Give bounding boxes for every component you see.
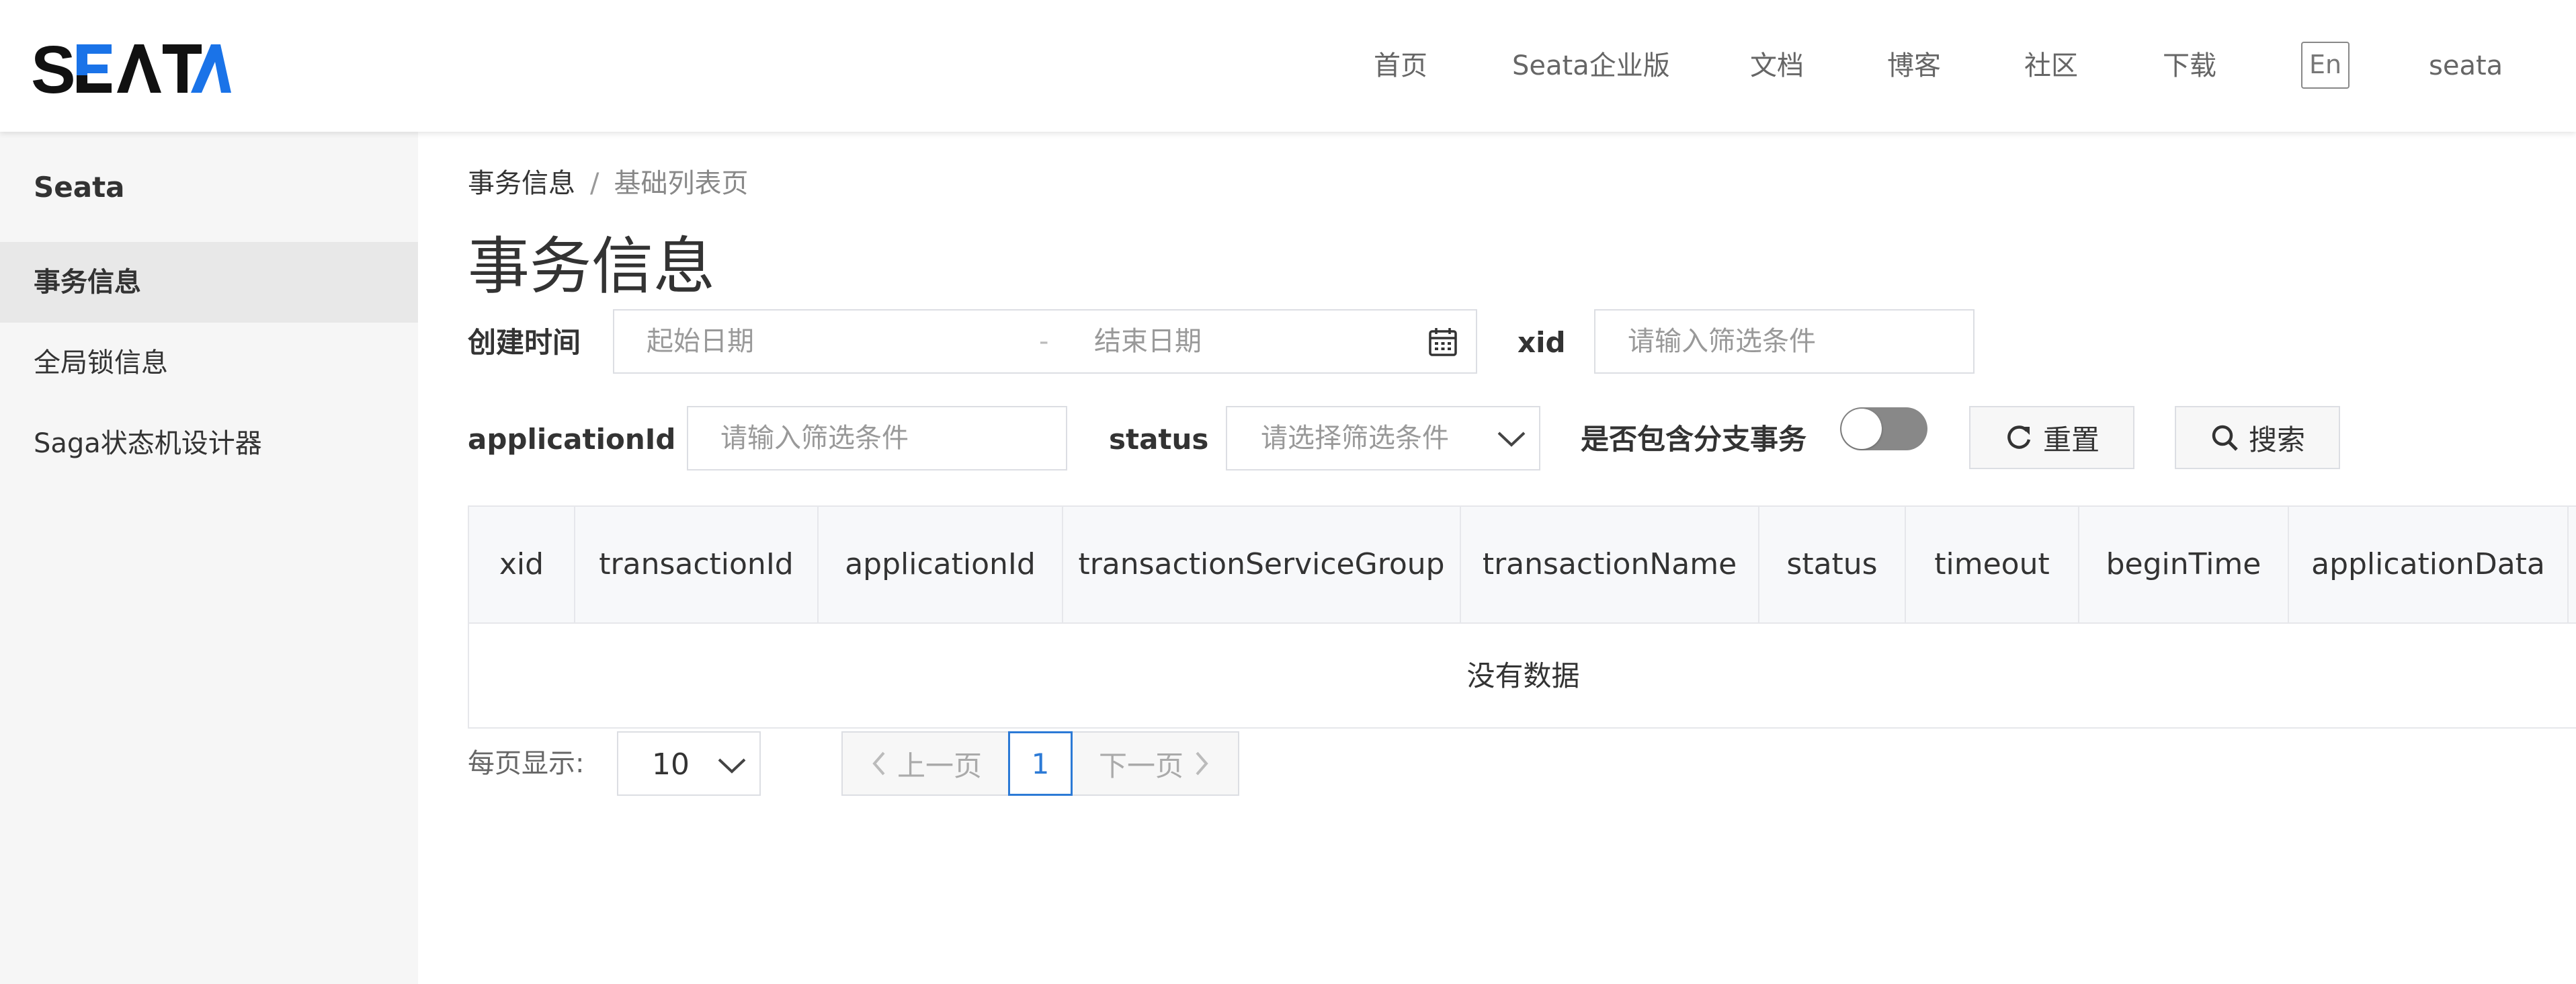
sidebar-item-transactions[interactable]: 事务信息 xyxy=(0,242,418,323)
application-id-placeholder: 请输入筛选条件 xyxy=(720,423,909,454)
column-header-transaction-service-group: transactionServiceGroup xyxy=(1063,507,1461,622)
top-header: S 首页 Seata企业版 文档 博客 社区 下载 En seata xyxy=(0,0,2576,132)
status-label: status xyxy=(1109,423,1209,456)
user-name[interactable]: seata xyxy=(2429,48,2503,83)
table-header: xid transactionId applicationId transact… xyxy=(469,507,2576,624)
next-page-button[interactable]: 下一页 xyxy=(1073,731,1239,796)
breadcrumb-separator: / xyxy=(590,168,599,199)
nav-community[interactable]: 社区 xyxy=(2024,48,2078,83)
xid-input-placeholder: 请输入筛选条件 xyxy=(1628,326,1816,357)
column-header-timeout: timeout xyxy=(1906,507,2079,622)
refresh-icon xyxy=(2007,425,2031,449)
search-button-label: 搜索 xyxy=(2248,423,2305,456)
nav-home[interactable]: 首页 xyxy=(1374,48,1427,83)
breadcrumb: 事务信息 / 基础列表页 xyxy=(468,161,748,200)
created-time-label: 创建时间 xyxy=(468,326,581,359)
reset-button-label: 重置 xyxy=(2042,423,2100,456)
application-id-label: applicationId xyxy=(468,423,676,456)
sidebar: Seata 事务信息 全局锁信息 Saga状态机设计器 xyxy=(0,132,418,984)
sidebar-title: Seata xyxy=(34,171,125,204)
prev-page-button[interactable]: 上一页 xyxy=(841,731,1008,796)
pagination: 上一页 1 下一页 xyxy=(841,731,1239,796)
search-button[interactable]: 搜索 xyxy=(2175,406,2340,469)
transactions-table: xid transactionId applicationId transact… xyxy=(468,505,2576,729)
column-header-application-data: applicationData xyxy=(2289,507,2569,622)
column-header-xid: xid xyxy=(469,507,575,622)
nav-docs[interactable]: 文档 xyxy=(1750,48,1804,83)
date-range-picker[interactable]: 起始日期 - 结束日期 xyxy=(613,309,1477,374)
prev-page-label: 上一页 xyxy=(897,749,982,782)
status-select[interactable]: 请选择筛选条件 xyxy=(1226,406,1540,470)
reset-button[interactable]: 重置 xyxy=(1969,406,2134,469)
page-title: 事务信息 xyxy=(468,231,716,302)
chevron-down-icon xyxy=(1497,432,1526,447)
table-empty-message: 没有数据 xyxy=(1466,659,1580,692)
calendar-icon[interactable] xyxy=(1427,327,1458,358)
page-size-select[interactable]: 10 xyxy=(617,731,761,796)
toggle-knob xyxy=(1841,409,1882,449)
next-page-label: 下一页 xyxy=(1098,749,1183,782)
sidebar-item-global-lock[interactable]: 全局锁信息 xyxy=(0,323,418,403)
svg-text:S: S xyxy=(31,38,76,98)
date-range-separator: - xyxy=(1039,326,1049,357)
column-header-transaction-id: transactionId xyxy=(575,507,819,622)
chevron-right-icon xyxy=(1196,751,1208,776)
chevron-left-icon xyxy=(872,751,885,776)
breadcrumb-parent[interactable]: 事务信息 xyxy=(468,168,575,199)
xid-label: xid xyxy=(1518,326,1566,359)
breadcrumb-current: 基础列表页 xyxy=(614,168,749,199)
search-icon xyxy=(2212,425,2238,451)
nav-blog[interactable]: 博客 xyxy=(1887,48,1941,83)
column-header-application-id: applicationId xyxy=(819,507,1063,622)
nav-download[interactable]: 下载 xyxy=(2163,48,2216,83)
xid-input[interactable]: 请输入筛选条件 xyxy=(1594,309,1975,374)
seata-logo[interactable]: S xyxy=(31,38,233,98)
status-select-placeholder: 请选择筛选条件 xyxy=(1261,423,1449,454)
language-switch-button[interactable]: En xyxy=(2301,42,2350,89)
page-size-value: 10 xyxy=(652,747,690,782)
page-number-button[interactable]: 1 xyxy=(1008,731,1073,796)
column-header-begin-time: beginTime xyxy=(2079,507,2289,622)
include-branch-toggle[interactable] xyxy=(1840,407,1927,450)
page-size-label: 每页显示: xyxy=(468,748,585,779)
column-header-transaction-name: transactionName xyxy=(1461,507,1759,622)
include-branch-label: 是否包含分支事务 xyxy=(1581,423,1807,456)
nav-enterprise[interactable]: Seata企业版 xyxy=(1512,48,1670,83)
end-date-placeholder: 结束日期 xyxy=(1094,326,1202,357)
column-header-status: status xyxy=(1759,507,1906,622)
chevron-down-icon xyxy=(718,758,746,774)
sidebar-item-saga-designer[interactable]: Saga状态机设计器 xyxy=(0,403,418,484)
application-id-input[interactable]: 请输入筛选条件 xyxy=(687,406,1067,470)
start-date-placeholder: 起始日期 xyxy=(647,326,754,357)
